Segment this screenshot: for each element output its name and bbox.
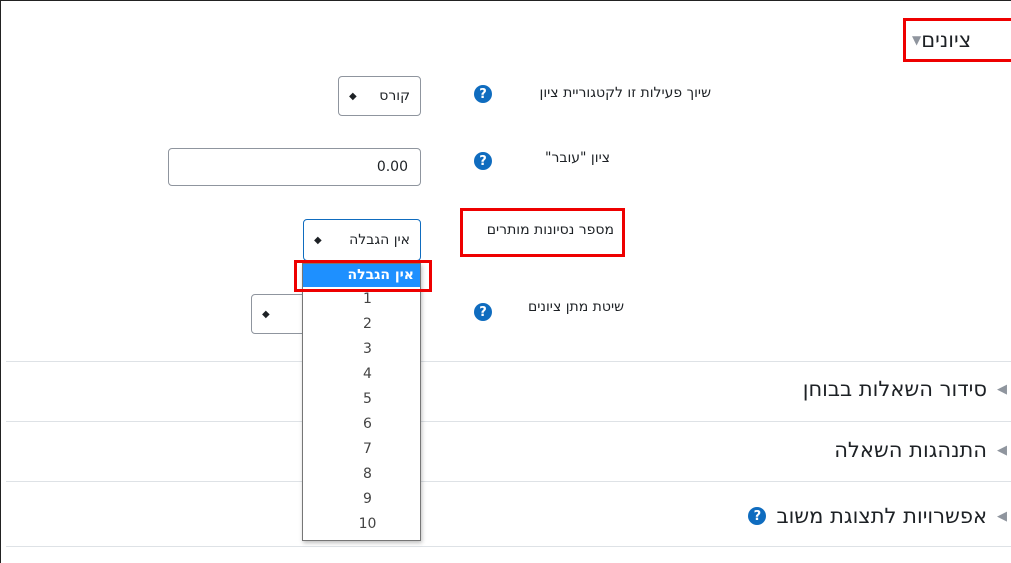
collapsed-section-review-options[interactable]: ◀ אפשרויות לתצוגת משוב ? xyxy=(748,504,1011,528)
select-arrows-icon: ◆ xyxy=(349,90,357,102)
section-divider xyxy=(6,481,1011,482)
section-divider xyxy=(6,361,1011,362)
collapsed-section-question-order[interactable]: ◀ סידור השאלות בבוחן xyxy=(803,377,1011,401)
dropdown-option[interactable]: 5 xyxy=(303,387,420,412)
attempts-allowed-value: אין הגבלה xyxy=(349,232,410,248)
grades-section-header[interactable]: ציונים ▼ xyxy=(903,18,1011,62)
dropdown-option[interactable]: 7 xyxy=(303,437,420,462)
help-icon[interactable]: ? xyxy=(474,303,492,321)
help-icon[interactable]: ? xyxy=(474,152,492,170)
selected-option-highlight xyxy=(294,260,432,292)
caret-left-icon: ◀ xyxy=(997,381,1007,397)
help-icon[interactable]: ? xyxy=(748,507,767,525)
grade-category-select[interactable]: קורס ◆ xyxy=(338,76,421,116)
dropdown-option[interactable]: 8 xyxy=(303,462,420,487)
dropdown-option[interactable]: 4 xyxy=(303,362,420,387)
section-title: התנהגות השאלה xyxy=(834,438,987,462)
grading-method-label: שיטת מתן ציונים xyxy=(527,299,624,315)
caret-left-icon: ◀ xyxy=(997,442,1007,458)
grade-to-pass-label: ציון "עובר" xyxy=(545,150,610,166)
grade-category-label: שיוך פעילות זו לקטגוריית ציון xyxy=(539,85,711,101)
section-divider xyxy=(6,546,1011,547)
dropdown-option[interactable]: 3 xyxy=(303,337,420,362)
grade-to-pass-input[interactable]: 0.00 xyxy=(168,148,421,186)
dropdown-option[interactable]: 10 xyxy=(303,512,420,537)
section-divider xyxy=(6,421,1011,422)
caret-down-icon: ▼ xyxy=(912,33,922,47)
collapsed-section-question-behaviour[interactable]: ◀ התנהגות השאלה xyxy=(834,438,1011,462)
select-arrows-icon: ◆ xyxy=(262,308,270,320)
section-title: אפשרויות לתצוגת משוב xyxy=(776,504,987,528)
dropdown-option[interactable]: 9 xyxy=(303,487,420,512)
grades-section-title: ציונים xyxy=(921,28,972,52)
attempts-allowed-label: מספר נסיונות מותרים xyxy=(486,222,614,238)
select-arrows-icon: ◆ xyxy=(314,234,322,246)
section-title: סידור השאלות בבוחן xyxy=(802,377,987,401)
caret-left-icon: ◀ xyxy=(997,508,1007,524)
dropdown-option[interactable]: 2 xyxy=(303,312,420,337)
attempts-dropdown-list[interactable]: אין הגבלה 1 2 3 4 5 6 7 8 9 10 xyxy=(302,263,421,541)
dropdown-option[interactable]: 6 xyxy=(303,412,420,437)
grade-category-value: קורס xyxy=(379,88,410,104)
attempts-allowed-select[interactable]: אין הגבלה ◆ xyxy=(303,219,421,261)
help-icon[interactable]: ? xyxy=(474,85,492,103)
